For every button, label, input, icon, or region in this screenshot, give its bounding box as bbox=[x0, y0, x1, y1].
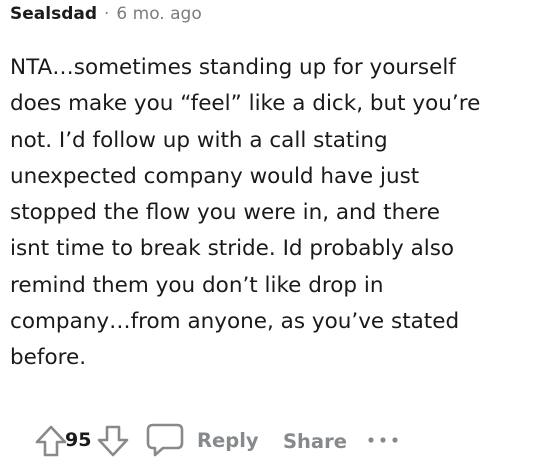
comment-action-bar: 95 Reply Share bbox=[0, 418, 540, 462]
comment-body: NTA…sometimes standing up for yourself d… bbox=[10, 50, 535, 377]
upvote-icon[interactable] bbox=[34, 424, 68, 458]
vote-score: 95 bbox=[65, 429, 92, 451]
comment-line: stopped the flow you were in, and there bbox=[10, 200, 441, 226]
comment-line: before. bbox=[10, 345, 87, 371]
share-label: Share bbox=[283, 430, 347, 453]
comment-line: isnt time to break stride. Id probably a… bbox=[10, 236, 455, 262]
comment-line: NTA…sometimes standing up for yourself bbox=[10, 55, 456, 80]
comment-line: unexpected company would have just bbox=[10, 163, 420, 189]
comment: Sealsdad · 6 mo. ago NTA…sometimes stand… bbox=[0, 0, 540, 471]
comment-meta: Sealsdad · 6 mo. ago bbox=[10, 3, 202, 25]
speech-bubble-icon bbox=[146, 423, 184, 457]
downvote-icon[interactable] bbox=[96, 424, 130, 458]
comment-line: does make you “feel” like a dick, but yo… bbox=[10, 91, 481, 117]
share-button[interactable]: Share bbox=[283, 430, 347, 453]
comment-timestamp[interactable]: 6 mo. ago bbox=[116, 4, 201, 24]
reply-label: Reply bbox=[197, 428, 259, 452]
comment-line: not. I’d follow up with a call stating bbox=[10, 127, 388, 153]
comment-line: remind them you don’t like drop in bbox=[10, 272, 384, 298]
more-horizontal-icon[interactable] bbox=[365, 430, 401, 450]
reply-button[interactable]: Reply bbox=[146, 422, 259, 458]
meta-separator: · bbox=[104, 4, 110, 24]
comment-line: company…from anyone, as you’ve stated bbox=[10, 309, 460, 335]
author-name[interactable]: Sealsdad bbox=[10, 4, 97, 24]
